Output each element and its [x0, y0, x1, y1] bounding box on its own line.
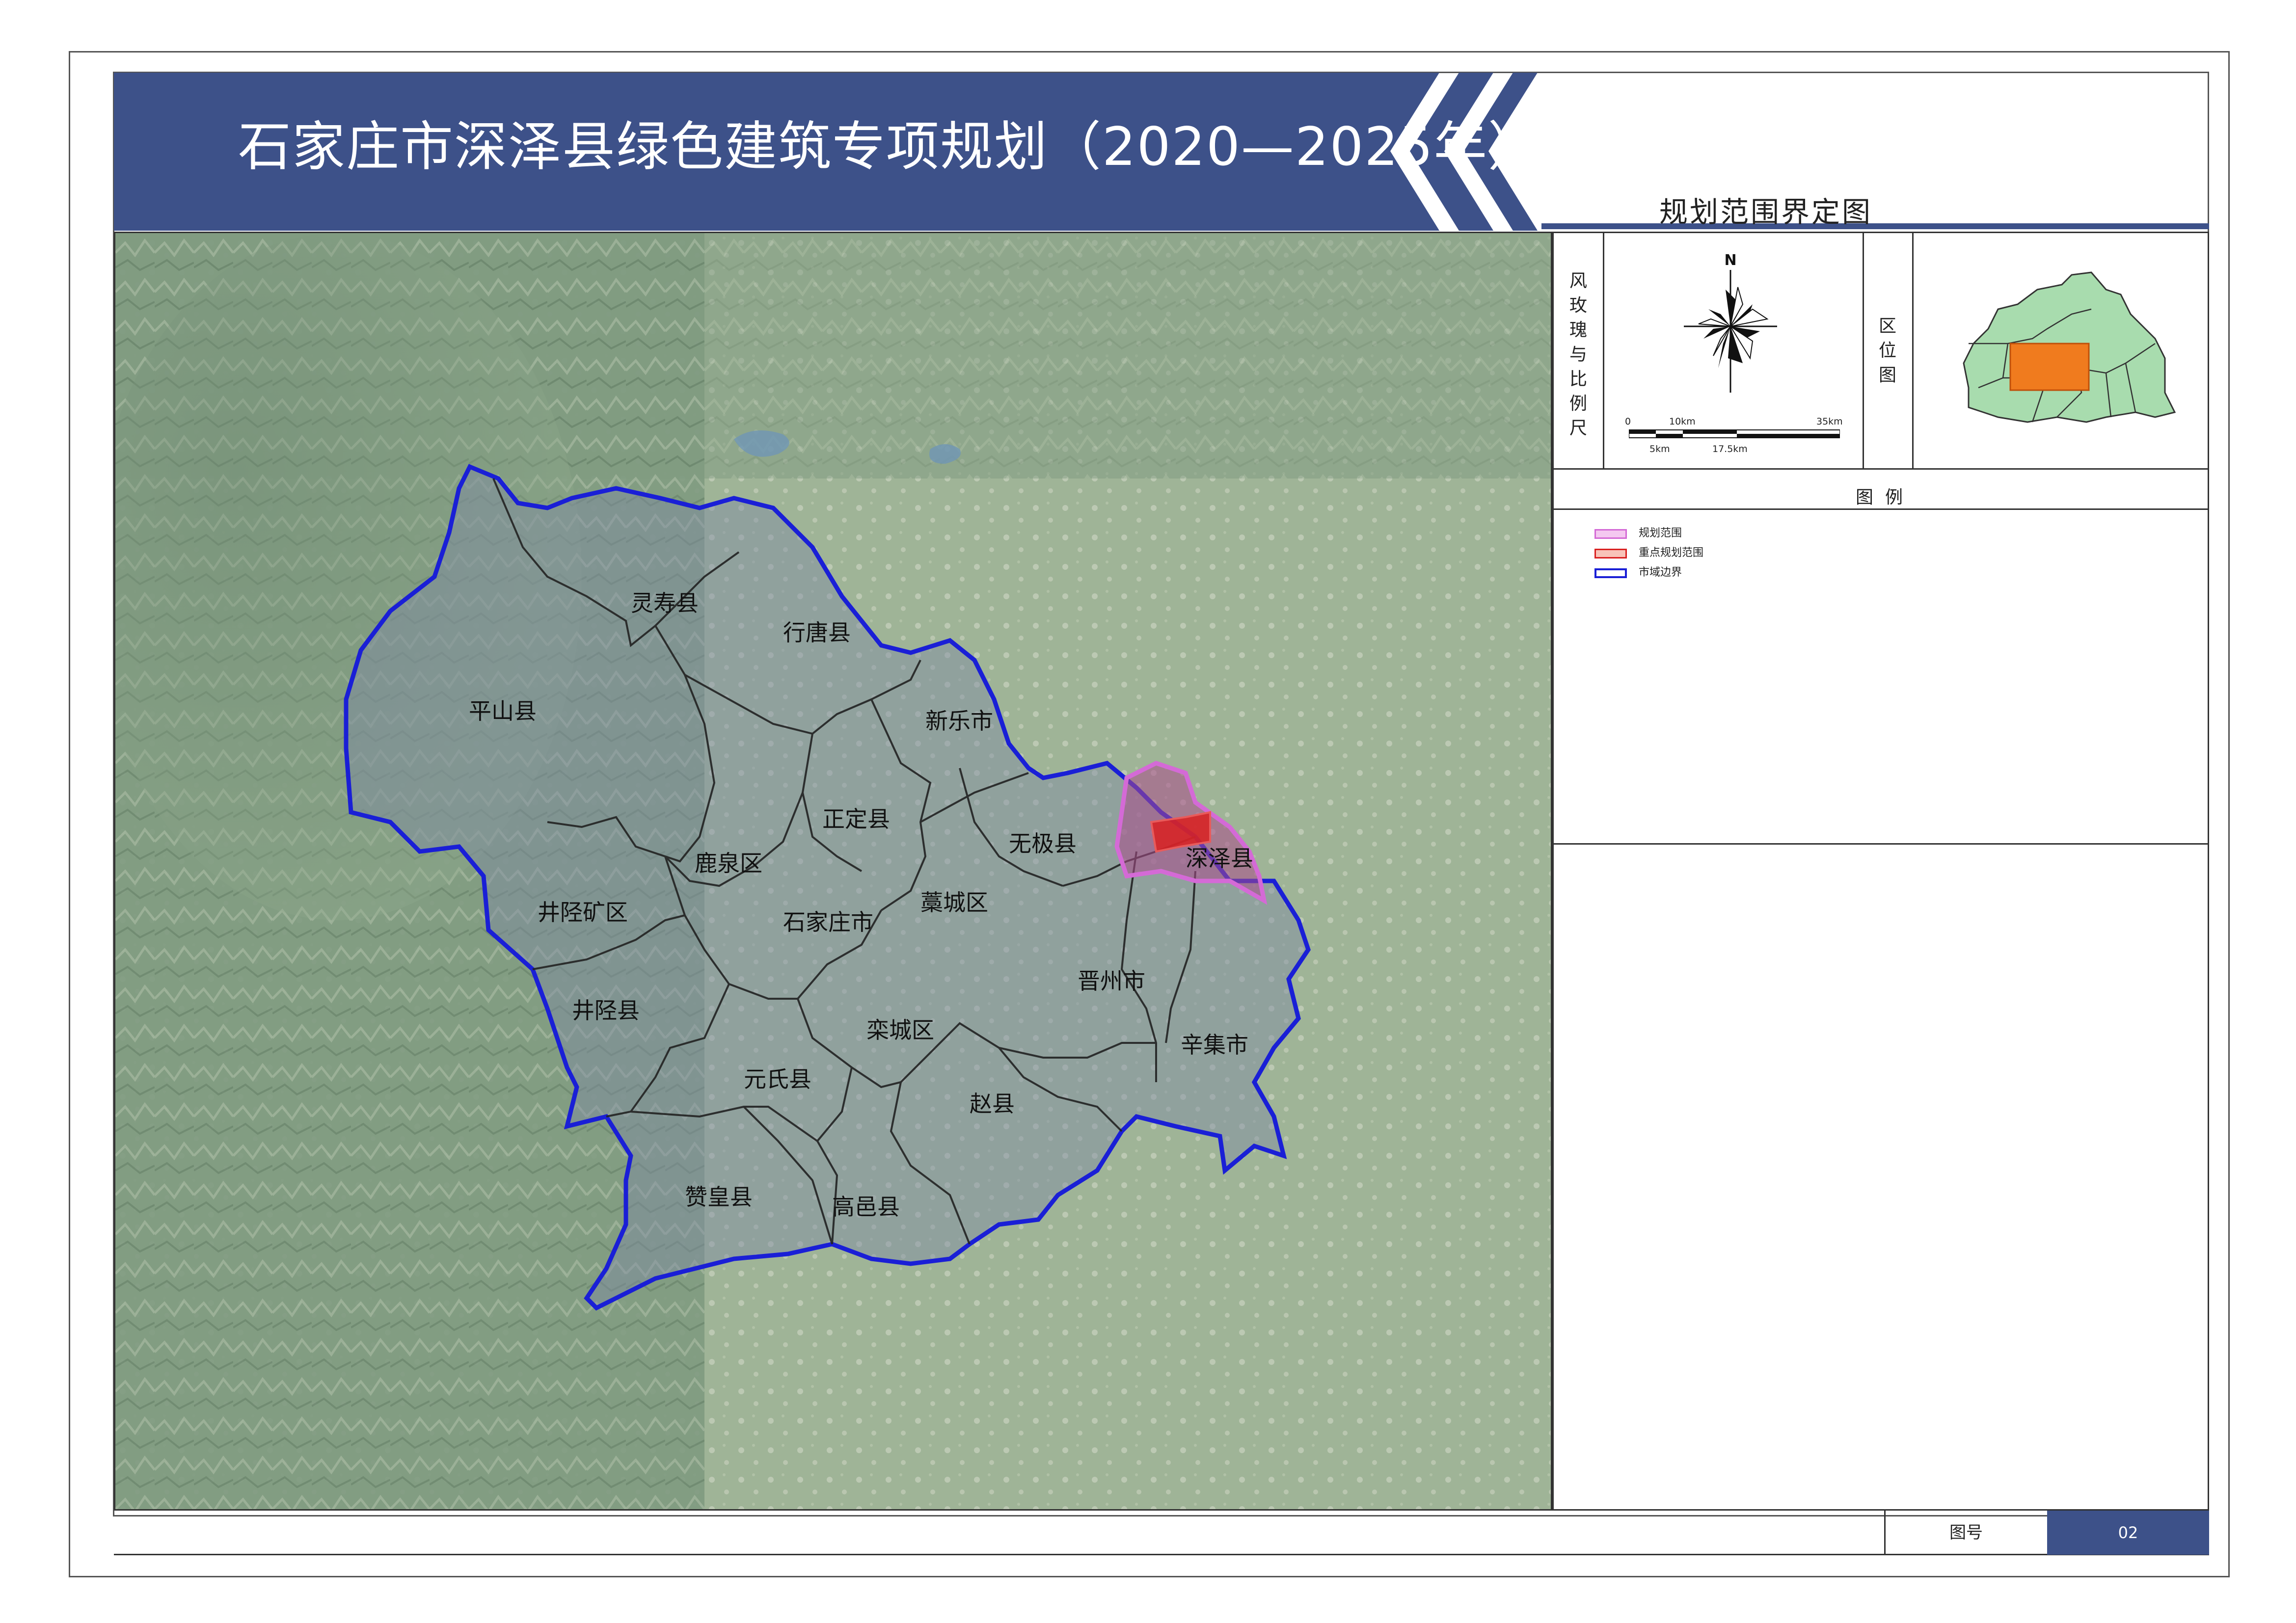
scale-label: 0: [1625, 416, 1631, 427]
map-canvas[interactable]: 灵寿县 行唐县 平山县 新乐市 正定县 无极县 深泽县 鹿泉区 井陉矿区 石家庄…: [114, 232, 1552, 1511]
district-label: 赞皇县: [685, 1184, 753, 1210]
district-label: 藁城区: [920, 889, 988, 916]
scale-label: 10km: [1669, 416, 1696, 427]
key-area-swatch: [1594, 549, 1627, 559]
district-label: 无极县: [1009, 830, 1077, 857]
district-label: 井陉县: [572, 997, 640, 1024]
compass-section-label: 风玫瑰与比例尺: [1569, 271, 1587, 438]
location-map: [1963, 271, 2176, 423]
district-label: 行唐县: [783, 619, 851, 646]
district-label: 灵寿县: [631, 590, 699, 616]
district-label: 正定县: [822, 806, 890, 832]
district-label: 栾城区: [866, 1017, 934, 1043]
satellite-map: 灵寿县 行唐县 平山县 新乐市 正定县 无极县 深泽县 鹿泉区 井陉矿区 石家庄…: [115, 233, 1551, 1509]
divider: [1552, 468, 2209, 470]
figure-number-label: 图号: [1949, 1523, 1983, 1543]
district-label: 赵县: [970, 1091, 1015, 1117]
district-label: 辛集市: [1181, 1032, 1248, 1058]
legend-title: 图例: [1856, 487, 1915, 507]
district-label: 鹿泉区: [695, 850, 762, 877]
boundary-swatch: [1594, 568, 1627, 578]
divider: [1863, 232, 1864, 469]
divider: [1552, 508, 2209, 510]
district-label: 元氏县: [744, 1066, 811, 1092]
divider: [1552, 843, 2209, 845]
scale-label: 35km: [1816, 416, 1843, 427]
district-label: 高邑县: [832, 1194, 900, 1220]
divider: [1912, 232, 1914, 469]
planning-area-swatch: [1594, 529, 1627, 539]
district-label: 晋州市: [1078, 968, 1145, 994]
divider: [1603, 232, 1604, 469]
district-label: 石家庄市: [783, 909, 873, 935]
wind-rose-icon: N: [1684, 252, 1777, 393]
svg-text:N: N: [1724, 252, 1736, 269]
scale-bar: [1629, 429, 1840, 438]
scale-label: 5km: [1649, 444, 1670, 454]
page-title: 石家庄市深泽县绿色建筑专项规划（2020—2025年）: [238, 116, 1542, 178]
title-underline: [1541, 223, 2209, 229]
map-subtitle: 规划范围界定图: [1659, 195, 1873, 229]
district-label: 深泽县: [1186, 845, 1253, 872]
figure-number: 02: [2047, 1511, 2209, 1555]
location-section-label: 区位图: [1878, 316, 1896, 385]
district-label: 平山县: [469, 698, 537, 724]
district-label: 新乐市: [925, 708, 993, 734]
scale-label: 17.5km: [1712, 444, 1748, 454]
district-label: 井陉矿区: [538, 899, 628, 926]
